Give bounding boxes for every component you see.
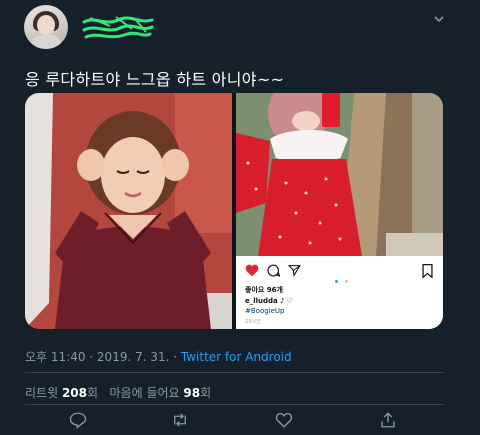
ig-caption-symbols: ♪ ♡ — [280, 297, 293, 305]
tweet-stats: 리트윗 208회 마음에 들어요 98회 — [25, 384, 211, 401]
photo-girl-red-dress — [236, 93, 443, 256]
instagram-post[interactable]: 좋아요 96개 e_lludda ♪ ♡ #BoogieUp 23시간 — [236, 93, 443, 329]
share-button[interactable] — [379, 411, 401, 433]
retweet-button[interactable] — [171, 411, 193, 433]
ig-carousel-dots — [335, 268, 349, 287]
ig-bookmark-icon — [422, 264, 433, 278]
media-grid[interactable]: 좋아요 96개 e_lludda ♪ ♡ #BoogieUp 23시간 — [25, 93, 443, 329]
reply-icon — [69, 412, 87, 429]
retweet-count-suffix: 회 — [87, 386, 99, 400]
ig-time: 23시간 — [245, 319, 261, 325]
chevron-down-icon[interactable] — [432, 12, 446, 26]
retweet-count[interactable]: 208 — [62, 386, 87, 400]
photo-girl-heart-hands[interactable] — [25, 93, 232, 329]
tweet-actions — [0, 411, 480, 433]
tweet-meta: 오후 11:40 · 2019. 7. 31. · Twitter for An… — [25, 348, 292, 365]
ig-comment-icon — [267, 264, 280, 277]
share-icon — [381, 412, 395, 428]
divider-bottom — [25, 404, 443, 405]
divider-top — [25, 372, 443, 373]
retweet-icon — [174, 413, 186, 427]
ig-share-icon — [288, 265, 301, 277]
like-label: 마음에 들어요 — [109, 386, 180, 400]
ig-username: e_lludda — [245, 297, 278, 305]
like-count[interactable]: 98 — [183, 386, 200, 400]
redacted-username-scribble — [82, 16, 154, 39]
tweet-source-link[interactable]: Twitter for Android — [181, 350, 292, 364]
like-count-suffix: 회 — [200, 386, 212, 400]
like-button[interactable] — [275, 411, 297, 433]
ig-heart-icon — [245, 264, 259, 277]
instagram-action-bar: 좋아요 96개 e_lludda ♪ ♡ #BoogieUp 23시간 — [236, 256, 443, 329]
ig-likes: 좋아요 96개 — [245, 286, 283, 294]
ig-caption: e_lludda ♪ ♡ — [245, 297, 293, 305]
ig-hashtag: #BoogieUp — [245, 307, 285, 315]
tweet-text: 응 루다하트야 느그옵 하트 아니야~~ — [25, 70, 285, 89]
avatar[interactable] — [24, 5, 68, 49]
heart-icon — [275, 412, 293, 428]
retweet-label: 리트윗 — [25, 386, 59, 400]
tweet-timestamp[interactable]: 오후 11:40 · 2019. 7. 31. · — [25, 350, 181, 364]
reply-button[interactable] — [69, 411, 91, 433]
